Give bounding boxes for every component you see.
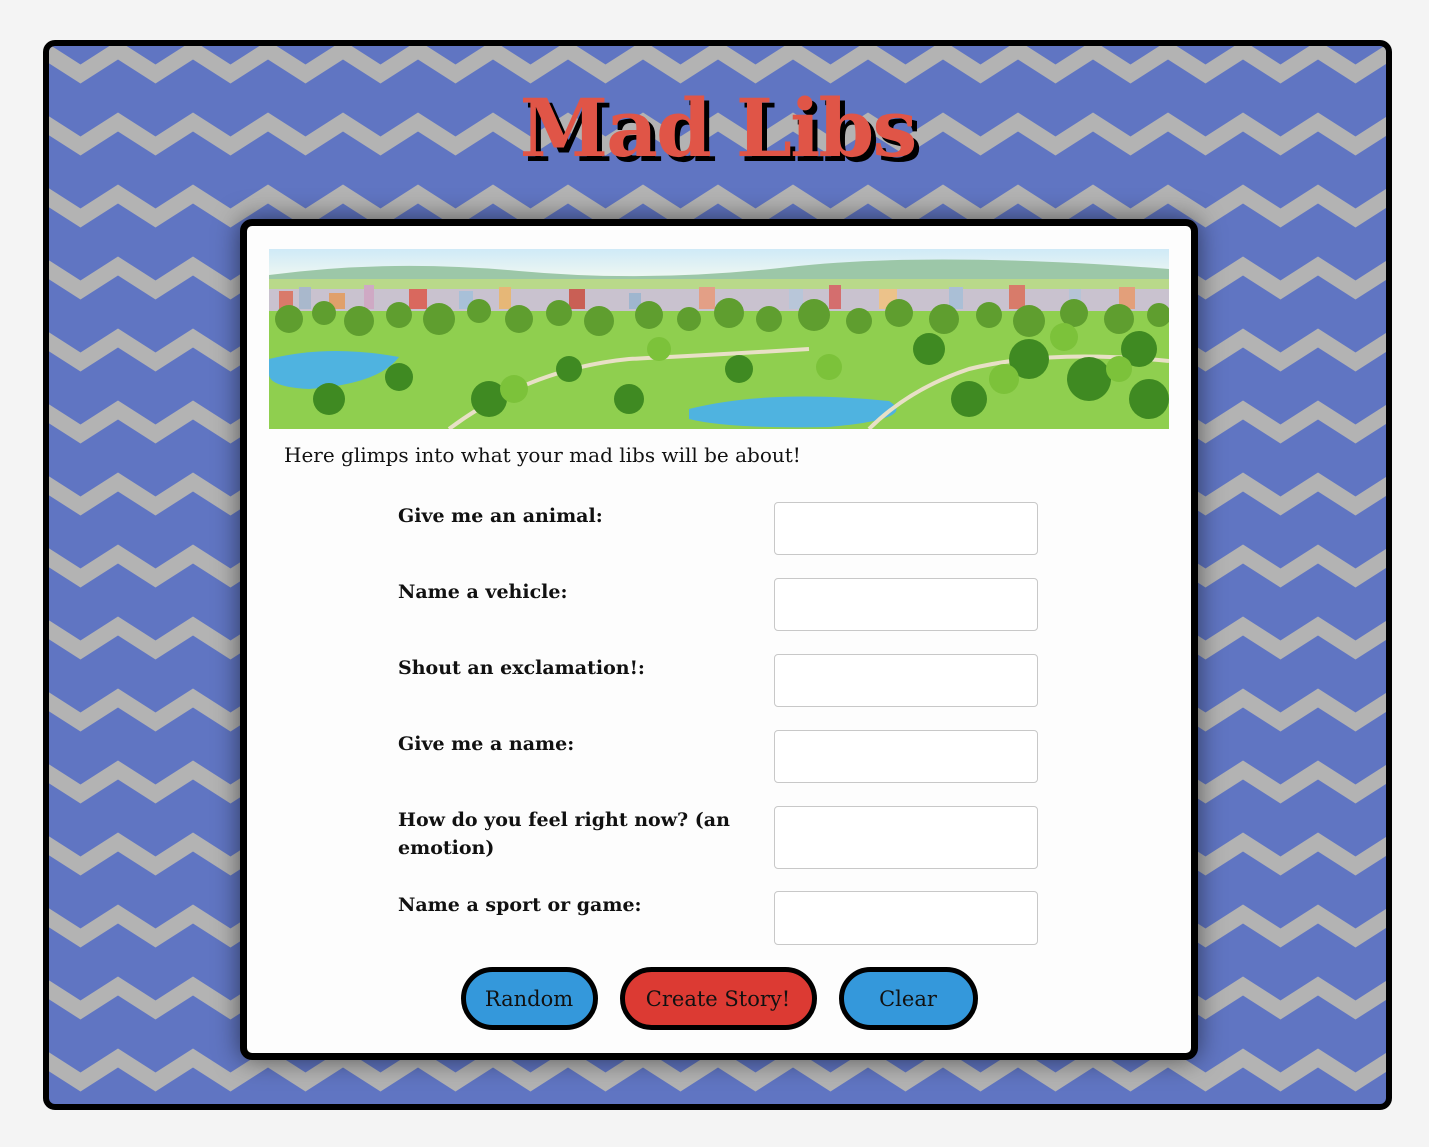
app-frame: Mad Libs Here glimps into what your mad …	[43, 40, 1392, 1110]
animal-label: Give me an animal:	[398, 505, 603, 527]
banner-image	[269, 249, 1169, 429]
madlibs-card: Here glimps into what your mad libs will…	[240, 219, 1198, 1060]
intro-text: Here glimps into what your mad libs will…	[284, 443, 801, 467]
emotion-label: How do you feel right now? (an emotion)	[398, 809, 730, 859]
name-label: Give me a name:	[398, 733, 575, 755]
animal-input[interactable]	[774, 502, 1038, 555]
vehicle-label: Name a vehicle:	[398, 581, 568, 603]
sport-label: Name a sport or game:	[398, 894, 642, 916]
name-input[interactable]	[774, 730, 1038, 783]
random-button[interactable]: Random	[460, 967, 598, 1030]
exclamation-input[interactable]	[774, 654, 1038, 707]
page-title: Mad Libs	[519, 81, 918, 175]
exclamation-label: Shout an exclamation!:	[398, 657, 645, 679]
create-story-button[interactable]: Create Story!	[619, 967, 817, 1030]
button-bar: Random Create Story! Clear	[247, 967, 1191, 1030]
vehicle-input[interactable]	[774, 578, 1038, 631]
sport-input[interactable]	[774, 891, 1038, 945]
park-cityscape-image	[269, 249, 1169, 429]
emotion-input[interactable]	[774, 806, 1038, 869]
clear-button[interactable]: Clear	[838, 967, 978, 1030]
